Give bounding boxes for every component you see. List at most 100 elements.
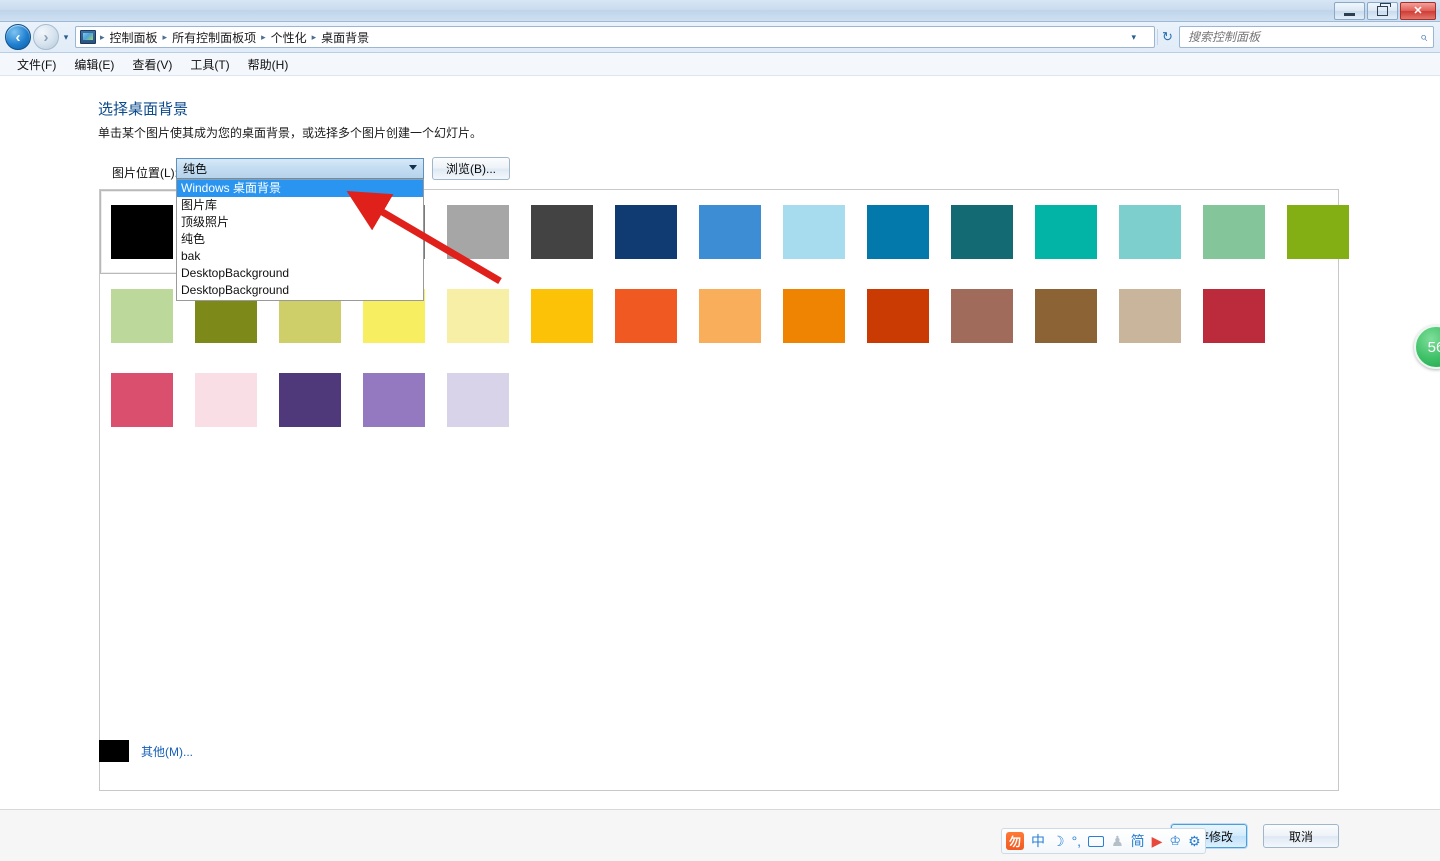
browse-button[interactable]: 浏览(B)... bbox=[432, 157, 510, 180]
forward-button[interactable]: › bbox=[33, 24, 59, 50]
user-icon[interactable]: ♟ bbox=[1111, 833, 1124, 850]
color-swatch[interactable] bbox=[783, 205, 845, 259]
color-swatch-cell[interactable] bbox=[1192, 190, 1276, 274]
color-swatch-cell[interactable] bbox=[1108, 274, 1192, 358]
breadcrumb-personalization[interactable]: 个性化 bbox=[268, 29, 310, 46]
picture-position-dropdown-list[interactable]: Windows 桌面背景 图片库 顶级照片 纯色 bak DesktopBackgroun… bbox=[176, 179, 424, 301]
other-color-link[interactable]: 其他(M)... bbox=[141, 743, 193, 760]
back-button[interactable]: ‹ bbox=[5, 24, 31, 50]
color-swatch[interactable] bbox=[1287, 205, 1349, 259]
dropdown-item[interactable]: Windows 桌面背景 bbox=[177, 180, 423, 197]
color-swatch[interactable] bbox=[447, 205, 509, 259]
color-swatch-cell[interactable] bbox=[352, 358, 436, 442]
simplified-chinese-icon[interactable]: 简 bbox=[1131, 831, 1145, 851]
color-swatch[interactable] bbox=[615, 289, 677, 343]
color-swatch[interactable] bbox=[699, 289, 761, 343]
dropdown-item[interactable]: 顶级照片 bbox=[177, 214, 423, 231]
restore-button[interactable] bbox=[1367, 2, 1398, 20]
chinese-mode-icon[interactable]: 中 bbox=[1031, 831, 1045, 851]
color-swatch-cell[interactable] bbox=[772, 274, 856, 358]
menu-file[interactable]: 文件(F) bbox=[8, 54, 65, 75]
dropdown-item[interactable]: DesktopBackground bbox=[177, 265, 423, 282]
breadcrumb-control-panel[interactable]: 控制面板 bbox=[107, 29, 161, 46]
color-swatch-cell[interactable] bbox=[940, 190, 1024, 274]
color-swatch[interactable] bbox=[531, 205, 593, 259]
color-swatch-cell[interactable] bbox=[604, 190, 688, 274]
color-swatch-cell[interactable] bbox=[436, 190, 520, 274]
minimize-button[interactable] bbox=[1334, 2, 1365, 20]
punctuation-icon[interactable]: °, bbox=[1072, 833, 1082, 849]
moon-icon[interactable]: ☽ bbox=[1052, 833, 1065, 850]
color-swatch[interactable] bbox=[867, 205, 929, 259]
color-swatch[interactable] bbox=[1203, 205, 1265, 259]
color-swatch-cell[interactable] bbox=[520, 274, 604, 358]
color-swatch[interactable] bbox=[615, 205, 677, 259]
color-swatch[interactable] bbox=[699, 205, 761, 259]
menu-edit[interactable]: 编辑(E) bbox=[65, 54, 123, 75]
color-swatch-cell[interactable] bbox=[520, 190, 604, 274]
color-swatch[interactable] bbox=[951, 289, 1013, 343]
color-swatch[interactable] bbox=[447, 373, 509, 427]
color-swatch[interactable] bbox=[279, 373, 341, 427]
color-swatch-cell[interactable] bbox=[688, 190, 772, 274]
color-swatch[interactable] bbox=[447, 289, 509, 343]
color-swatch-cell[interactable] bbox=[1108, 190, 1192, 274]
menu-help[interactable]: 帮助(H) bbox=[239, 54, 298, 75]
keyboard-icon[interactable] bbox=[1088, 835, 1105, 847]
dropdown-item[interactable]: 图片库 bbox=[177, 197, 423, 214]
color-swatch-cell[interactable] bbox=[604, 274, 688, 358]
cancel-button[interactable]: 取消 bbox=[1263, 824, 1339, 848]
color-swatch-cell[interactable] bbox=[1024, 190, 1108, 274]
color-swatch-cell[interactable] bbox=[772, 190, 856, 274]
color-swatch[interactable] bbox=[531, 289, 593, 343]
color-swatch[interactable] bbox=[111, 205, 173, 259]
color-swatch[interactable] bbox=[111, 373, 173, 427]
color-swatch[interactable] bbox=[1035, 205, 1097, 259]
history-dropdown-icon[interactable]: ▾ bbox=[59, 32, 73, 43]
color-swatch-cell[interactable] bbox=[688, 274, 772, 358]
color-swatch-cell[interactable] bbox=[1276, 190, 1360, 274]
color-swatch-cell[interactable] bbox=[856, 274, 940, 358]
color-swatch[interactable] bbox=[111, 289, 173, 343]
skin-shirt-icon[interactable]: ♔ bbox=[1169, 833, 1181, 849]
color-swatch[interactable] bbox=[195, 373, 257, 427]
menu-view[interactable]: 查看(V) bbox=[123, 54, 181, 75]
picture-position-combobox[interactable]: 纯色 bbox=[176, 158, 424, 179]
color-swatch-cell[interactable] bbox=[856, 190, 940, 274]
color-swatch[interactable] bbox=[783, 289, 845, 343]
address-dropdown-icon[interactable]: ▾ bbox=[1131, 32, 1136, 43]
color-swatch-cell[interactable] bbox=[100, 358, 184, 442]
color-swatch-cell[interactable] bbox=[1192, 274, 1276, 358]
color-swatch[interactable] bbox=[1119, 289, 1181, 343]
search-input[interactable] bbox=[1186, 29, 1420, 45]
color-swatch-cell[interactable] bbox=[940, 274, 1024, 358]
color-swatch-cell[interactable] bbox=[100, 274, 184, 358]
dropdown-item[interactable]: bak bbox=[177, 248, 423, 265]
settings-gear-icon[interactable]: ⚙ bbox=[1188, 833, 1201, 850]
dropdown-item[interactable]: DesktopBackground bbox=[177, 282, 423, 299]
color-swatch-cell[interactable] bbox=[1024, 274, 1108, 358]
close-button[interactable]: ✕ bbox=[1400, 2, 1436, 20]
breadcrumb-desktop-background[interactable]: 桌面背景 bbox=[318, 29, 372, 46]
video-icon[interactable]: ▶ bbox=[1152, 833, 1163, 850]
color-swatch[interactable] bbox=[1035, 289, 1097, 343]
search-box[interactable]: ⌕ bbox=[1179, 26, 1434, 48]
color-swatch[interactable] bbox=[951, 205, 1013, 259]
menu-tools[interactable]: 工具(T) bbox=[181, 54, 238, 75]
color-swatch-cell[interactable] bbox=[100, 190, 184, 274]
color-swatch-cell[interactable] bbox=[436, 358, 520, 442]
dropdown-item[interactable]: 纯色 bbox=[177, 231, 423, 248]
color-swatch[interactable] bbox=[363, 373, 425, 427]
color-swatch-cell[interactable] bbox=[184, 358, 268, 442]
color-swatch[interactable] bbox=[867, 289, 929, 343]
ime-toolbar[interactable]: 勿 中 ☽ °, ♟ 简 ▶ ♔ ⚙ bbox=[1001, 828, 1206, 854]
other-color-swatch[interactable] bbox=[99, 740, 129, 762]
color-swatch[interactable] bbox=[1203, 289, 1265, 343]
color-swatch-cell[interactable] bbox=[268, 358, 352, 442]
refresh-icon[interactable]: ↻ bbox=[1157, 29, 1177, 45]
color-swatch[interactable] bbox=[1119, 205, 1181, 259]
address-bar[interactable]: ▸ 控制面板 ▸ 所有控制面板项 ▸ 个性化 ▸ 桌面背景 ▾ bbox=[75, 26, 1155, 48]
color-swatch-cell[interactable] bbox=[436, 274, 520, 358]
sogou-logo-icon[interactable]: 勿 bbox=[1006, 832, 1024, 850]
breadcrumb-all-items[interactable]: 所有控制面板项 bbox=[169, 29, 259, 46]
